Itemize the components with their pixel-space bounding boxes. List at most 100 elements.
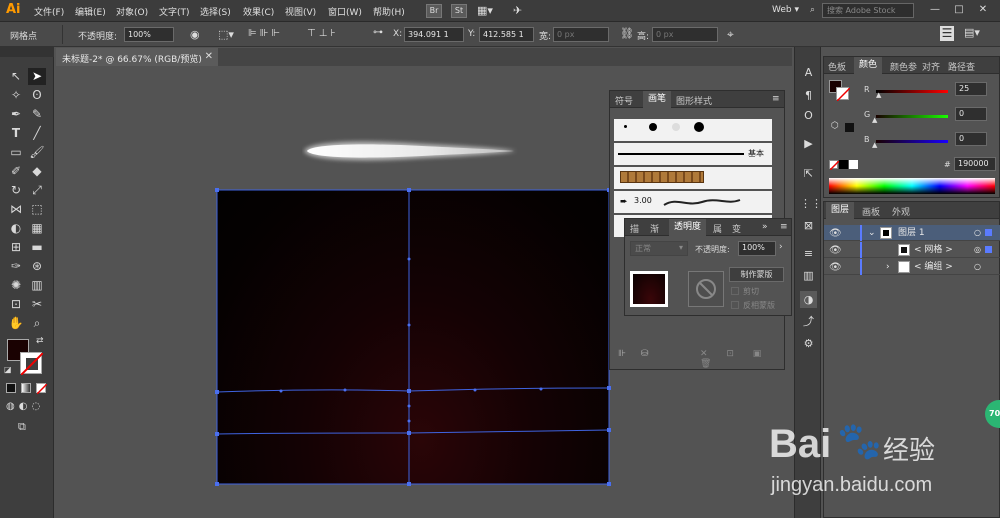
layer-name[interactable]: 图层 1	[898, 225, 925, 241]
tab-attributes[interactable]: 属	[713, 222, 722, 235]
expand-panel-icon[interactable]: »	[762, 222, 768, 232]
screen-mode-icon[interactable]: ⧉	[18, 420, 26, 434]
red-slider[interactable]	[876, 90, 948, 93]
invert-mask-checkbox[interactable]	[731, 301, 739, 309]
zoom-tool-icon[interactable]: ⌕	[28, 315, 46, 332]
out-of-gamut-icon[interactable]: ⬡	[831, 121, 839, 131]
blend-tool-icon[interactable]: ⊛	[28, 258, 46, 275]
menu-select[interactable]: 选择(S)	[200, 5, 231, 18]
tab-gradient[interactable]: 渐	[650, 222, 659, 235]
black-swatch[interactable]	[839, 160, 848, 169]
target-icon[interactable]: ○	[974, 225, 981, 241]
menu-help[interactable]: 帮助(H)	[373, 5, 405, 18]
direct-selection-tool-icon[interactable]: ➤	[28, 68, 46, 85]
visibility-eye-icon[interactable]: 👁	[829, 243, 842, 259]
symbol-sprayer-icon[interactable]: ✺	[7, 277, 25, 294]
search-stock-input[interactable]: 搜索 Adobe Stock	[822, 3, 914, 18]
red-slider-thumb[interactable]: ▲	[876, 91, 881, 99]
green-input[interactable]: 0	[955, 107, 987, 121]
opacity-input[interactable]: 100%	[124, 27, 174, 42]
brush-preset-row[interactable]	[614, 119, 772, 141]
actions-panel-icon[interactable]: ▶	[800, 135, 817, 152]
height-input[interactable]: 0 px	[652, 27, 718, 42]
arrange-documents-icon[interactable]: ▦▾	[477, 4, 493, 17]
stroke-panel-icon[interactable]: ≡	[800, 245, 817, 262]
type-tool-icon[interactable]: T	[7, 125, 25, 142]
workspace-switcher[interactable]: Web ▾	[772, 5, 799, 15]
close-tab-icon[interactable]: ✕	[205, 51, 213, 62]
brush-basic-row[interactable]: 基本	[614, 143, 772, 165]
menu-type[interactable]: 文字(T)	[159, 5, 190, 18]
shape-builder-icon[interactable]: ◐	[7, 220, 25, 237]
magic-wand-icon[interactable]: ✧	[7, 87, 25, 104]
brush-stroke-shape[interactable]	[302, 134, 518, 168]
visibility-eye-icon[interactable]: 👁	[829, 226, 842, 242]
swap-fill-stroke-icon[interactable]: ⇄	[36, 336, 44, 346]
align-horizontal-icons[interactable]: ⊫⊪⊩	[248, 28, 283, 39]
minimize-button[interactable]: —	[928, 4, 942, 17]
tab-artboards[interactable]: 画板	[862, 205, 880, 218]
curvature-icon[interactable]: ✎	[28, 106, 46, 123]
hex-input[interactable]: 190000	[954, 157, 996, 171]
web-safe-swatch[interactable]	[845, 123, 854, 132]
tab-swatches[interactable]: 色板	[828, 60, 846, 73]
transparency-opacity-input[interactable]: 100%	[738, 241, 776, 256]
link-dimensions-icon[interactable]: ⛓	[620, 27, 634, 40]
gradient-panel-icon[interactable]: ▥	[800, 267, 817, 284]
tab-stroke[interactable]: 描	[630, 222, 639, 235]
brush-dot-large[interactable]	[694, 122, 704, 132]
green-slider-thumb[interactable]: ▲	[872, 116, 877, 124]
green-slider[interactable]	[876, 115, 948, 118]
reference-point-icon[interactable]: ⊶	[373, 27, 383, 38]
transform-icon[interactable]: ⬚▾	[218, 28, 234, 41]
pathfinder-panel-icon[interactable]: ⊠	[800, 217, 817, 234]
menu-effect[interactable]: 效果(C)	[243, 5, 274, 18]
layer-name[interactable]: < 网格 >	[914, 242, 953, 258]
lasso-icon[interactable]: ʘ	[28, 87, 46, 104]
selection-tool-icon[interactable]: ↖	[7, 68, 25, 85]
document-tab[interactable]: 未标题-2* @ 66.67% (RGB/预览) ✕	[56, 48, 218, 66]
y-position-input[interactable]: 412.585 1	[479, 27, 534, 42]
stock-icon[interactable]: St	[451, 4, 467, 18]
blend-mode-select[interactable]: 正常 ▾	[630, 241, 688, 256]
artboard-tool-icon[interactable]: ⊡	[7, 296, 25, 313]
align-panel-icon[interactable]: ⋮⋮	[800, 195, 822, 212]
graphic-styles-panel-icon[interactable]: ⚙	[800, 335, 817, 352]
tab-transform[interactable]: 变	[732, 222, 741, 235]
paintbrush-icon[interactable]: 🖌	[28, 144, 46, 161]
blue-slider-thumb[interactable]: ▲	[872, 141, 877, 149]
gradient-tool-icon[interactable]: ▬	[28, 239, 46, 256]
pattern-brush-row[interactable]	[614, 167, 772, 189]
opacity-arrow-icon[interactable]: ›	[779, 242, 783, 252]
make-mask-button[interactable]: 制作蒙版	[729, 267, 784, 282]
rectangle-tool-icon[interactable]: ▭	[7, 144, 25, 161]
control-menu-icon[interactable]: ▤▾	[964, 26, 980, 39]
default-colors-icon[interactable]: ◪	[4, 365, 12, 374]
maximize-button[interactable]: □	[952, 4, 966, 17]
perspective-grid-icon[interactable]: ▦	[28, 220, 46, 237]
blue-slider[interactable]	[876, 140, 948, 143]
eyedropper-icon[interactable]: ✑	[7, 258, 25, 275]
tab-appearance[interactable]: 外观	[892, 205, 910, 218]
layer-name[interactable]: < 编组 >	[914, 259, 953, 275]
brush-dot-medium[interactable]	[649, 123, 657, 131]
blue-input[interactable]: 0	[955, 132, 987, 146]
color-mode-icon[interactable]	[6, 383, 16, 393]
calligraphic-brush-row[interactable]: ➨ 3.00	[614, 191, 772, 213]
paragraph-panel-icon[interactable]: ¶	[800, 87, 817, 104]
tab-pathfinder[interactable]: 路径查	[948, 60, 975, 73]
appearance-panel-icon[interactable]: ⤴	[800, 313, 817, 330]
stroke-swatch[interactable]	[20, 352, 44, 376]
tab-brushes[interactable]: 画笔	[643, 91, 672, 108]
brush-dot-small[interactable]	[624, 125, 627, 128]
selection-indicator[interactable]	[985, 229, 992, 236]
menu-object[interactable]: 对象(O)	[116, 5, 148, 18]
pen-tool-icon[interactable]: ✒	[7, 106, 25, 123]
shaper-tool-icon[interactable]: ✐	[7, 163, 25, 180]
expand-arrow-icon[interactable]: ›	[886, 259, 890, 275]
transparency-panel-icon[interactable]: ◑	[800, 291, 817, 308]
tab-layers[interactable]: 图层	[826, 202, 855, 219]
brush-panel-footer-icons[interactable]: ⊪ ⛁	[618, 349, 654, 359]
visibility-eye-icon[interactable]: 👁	[829, 260, 842, 276]
brush-panel-actions-icons[interactable]: ✕ ⊡ ▣ 🗑	[700, 349, 784, 369]
